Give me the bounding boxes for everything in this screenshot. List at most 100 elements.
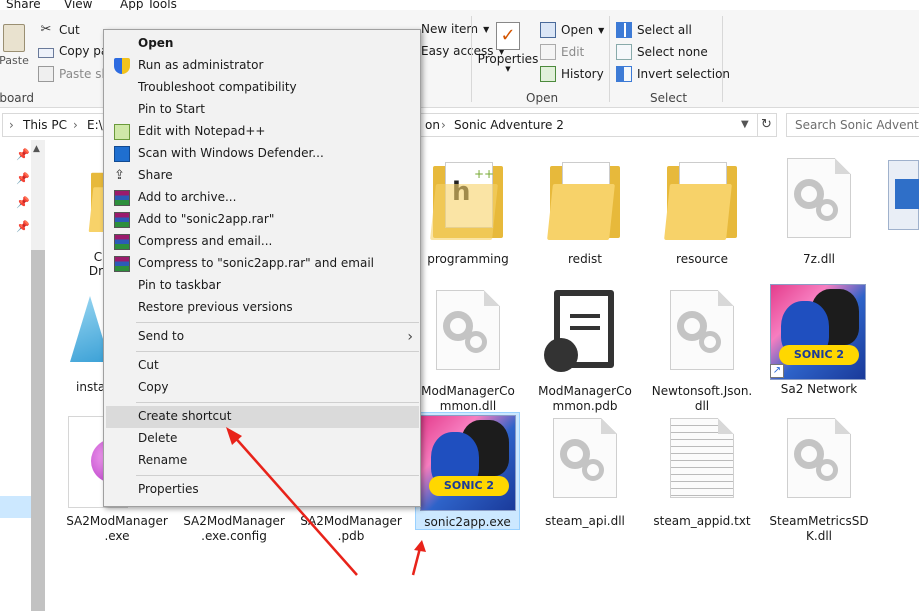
history-icon (540, 66, 556, 82)
breadcrumb-hidden[interactable]: on (425, 118, 440, 132)
nav-scroll-thumb[interactable] (31, 250, 45, 611)
menu-item-add-to-rar[interactable]: Add to "sonic2app.rar" (106, 209, 419, 231)
search-input[interactable]: Search Sonic Adventure (786, 113, 919, 137)
menu-item-label: Properties (138, 482, 199, 496)
menu-item-troubleshoot-compatibility[interactable]: Troubleshoot compatibility (106, 77, 419, 99)
menu-item-open[interactable]: Open (106, 33, 419, 55)
partial-file-icon[interactable] (888, 160, 919, 230)
menu-item-share[interactable]: ⇪ Share (106, 165, 419, 187)
breadcrumb-this-pc[interactable]: This PC (23, 118, 67, 132)
winrar-icon (114, 190, 130, 206)
menu-item-copy[interactable]: Copy (106, 377, 419, 399)
select-all-button[interactable]: Select all (616, 22, 692, 38)
refresh-button[interactable]: ↻ (757, 113, 777, 137)
dll-file-icon (436, 290, 500, 370)
context-menu: Open Run as administrator Troubleshoot c… (103, 29, 421, 507)
edit-label: Edit (561, 45, 585, 59)
menu-item-restore-previous-versions[interactable]: Restore previous versions (106, 297, 419, 319)
menu-item-compress-and-email[interactable]: Compress and email... (106, 231, 419, 253)
select-none-label: Select none (637, 45, 708, 59)
paste-button[interactable]: Paste (0, 24, 29, 67)
file-label: Sa2 Network (780, 382, 858, 396)
file-label: sonic2app.exe (424, 515, 511, 529)
menu-item-label: Add to "sonic2app.rar" (138, 212, 275, 226)
pin-icon[interactable]: 📌 (16, 148, 30, 161)
chevron-right-icon: › (441, 118, 446, 132)
menu-item-pin-to-taskbar[interactable]: Pin to taskbar (106, 275, 419, 297)
select-all-icon (616, 22, 632, 38)
history-button[interactable]: History (540, 66, 604, 82)
open-icon (540, 22, 556, 38)
file-label: SteamMetricsSD K.dll (769, 514, 869, 543)
invert-selection-label: Invert selection (637, 67, 731, 81)
edit-icon (540, 44, 556, 60)
menu-item-label: Edit with Notepad++ (138, 124, 266, 138)
text-file-icon (670, 418, 734, 498)
invert-selection-button[interactable]: Invert selection (616, 66, 730, 82)
shield-icon (114, 58, 130, 74)
pin-icon[interactable]: 📌 (16, 172, 30, 185)
menu-separator (136, 402, 419, 403)
window-icon (895, 179, 919, 209)
file-label: programming (427, 252, 509, 266)
paste-shortcut-button[interactable]: Paste shortcut (38, 66, 105, 82)
menu-item-delete[interactable]: Delete (106, 428, 419, 450)
pin-icon[interactable]: 📌 (16, 220, 30, 233)
menu-separator (136, 475, 419, 476)
menu-separator (136, 351, 419, 352)
breadcrumb-drive[interactable]: E:\ (87, 118, 103, 132)
menu-item-compress-to-rar-and-email[interactable]: Compress to "sonic2app.rar" and email (106, 253, 419, 275)
folder-icon (664, 160, 737, 240)
dropdown-arrow-icon: ▼ (505, 65, 511, 73)
file-label: ModManagerCo mmon.pdb (538, 384, 632, 413)
file-label: 7z.dll (802, 252, 836, 266)
dll-file-icon (787, 418, 851, 498)
menu-item-cut[interactable]: Cut (106, 355, 419, 377)
copy-path-label: Copy path (59, 44, 105, 58)
menu-item-edit-with-notepad[interactable]: Edit with Notepad++ (106, 121, 419, 143)
arrowhead (414, 540, 426, 552)
properties-button[interactable]: ✓ Properties ▼ (478, 22, 538, 73)
sonic-app-icon: SONIC 2 (420, 415, 516, 511)
copy-path-button[interactable]: Copy path (38, 44, 105, 58)
menu-item-label: Cut (138, 358, 159, 372)
scroll-up-icon[interactable]: ▲ (33, 144, 40, 154)
folder-icon (547, 160, 620, 240)
chevron-down-icon[interactable]: ▼ (741, 119, 749, 130)
nav-selected-item[interactable] (0, 496, 31, 518)
select-none-icon (616, 44, 632, 60)
new-item-button[interactable]: New item ▼ (421, 22, 489, 36)
new-item-label: New item (421, 22, 479, 36)
chevron-right-icon: › (9, 118, 14, 132)
paste-shortcut-label: Paste shortcut (59, 67, 105, 81)
breadcrumb-sonic-adventure-2[interactable]: Sonic Adventure 2 (454, 118, 564, 132)
menu-item-create-shortcut[interactable]: Create shortcut (106, 406, 419, 428)
menu-item-label: Compress to "sonic2app.rar" and email (138, 256, 374, 270)
winrar-icon (114, 234, 130, 250)
menu-item-properties[interactable]: Properties (106, 479, 419, 501)
select-none-button[interactable]: Select none (616, 44, 708, 60)
menu-item-scan-with-windows-defender[interactable]: Scan with Windows Defender... (106, 143, 419, 165)
edit-button[interactable]: Edit (540, 44, 584, 60)
clipboard-group-label: Clipboard (0, 91, 34, 105)
menu-item-rename[interactable]: Rename (106, 450, 419, 472)
menu-item-label: Delete (138, 431, 178, 445)
folder-icon: h++ (430, 160, 503, 240)
chevron-right-icon: › (407, 329, 413, 345)
file-label: SA2ModManager .exe (66, 514, 168, 543)
menu-item-send-to[interactable]: Send to › (106, 326, 419, 348)
menu-item-label: Compress and email... (138, 234, 273, 248)
file-item-sonic2app-exe[interactable]: SONIC 2 sonic2app.exe (415, 412, 520, 530)
ribbon-separator (471, 16, 472, 102)
properties-label: Properties (477, 52, 539, 66)
pin-icon[interactable]: 📌 (16, 196, 30, 209)
cut-button[interactable]: ✂ Cut (38, 22, 80, 38)
open-label: Open (561, 23, 594, 37)
menu-item-pin-to-start[interactable]: Pin to Start (106, 99, 419, 121)
menu-item-add-to-archive[interactable]: Add to archive... (106, 187, 419, 209)
open-button[interactable]: Open ▼ (540, 22, 604, 38)
annotation-arrow-sonic2app (411, 547, 422, 576)
ribbon-separator (722, 16, 723, 102)
menu-item-run-as-administrator[interactable]: Run as administrator (106, 55, 419, 77)
clipboard-icon (3, 24, 25, 52)
